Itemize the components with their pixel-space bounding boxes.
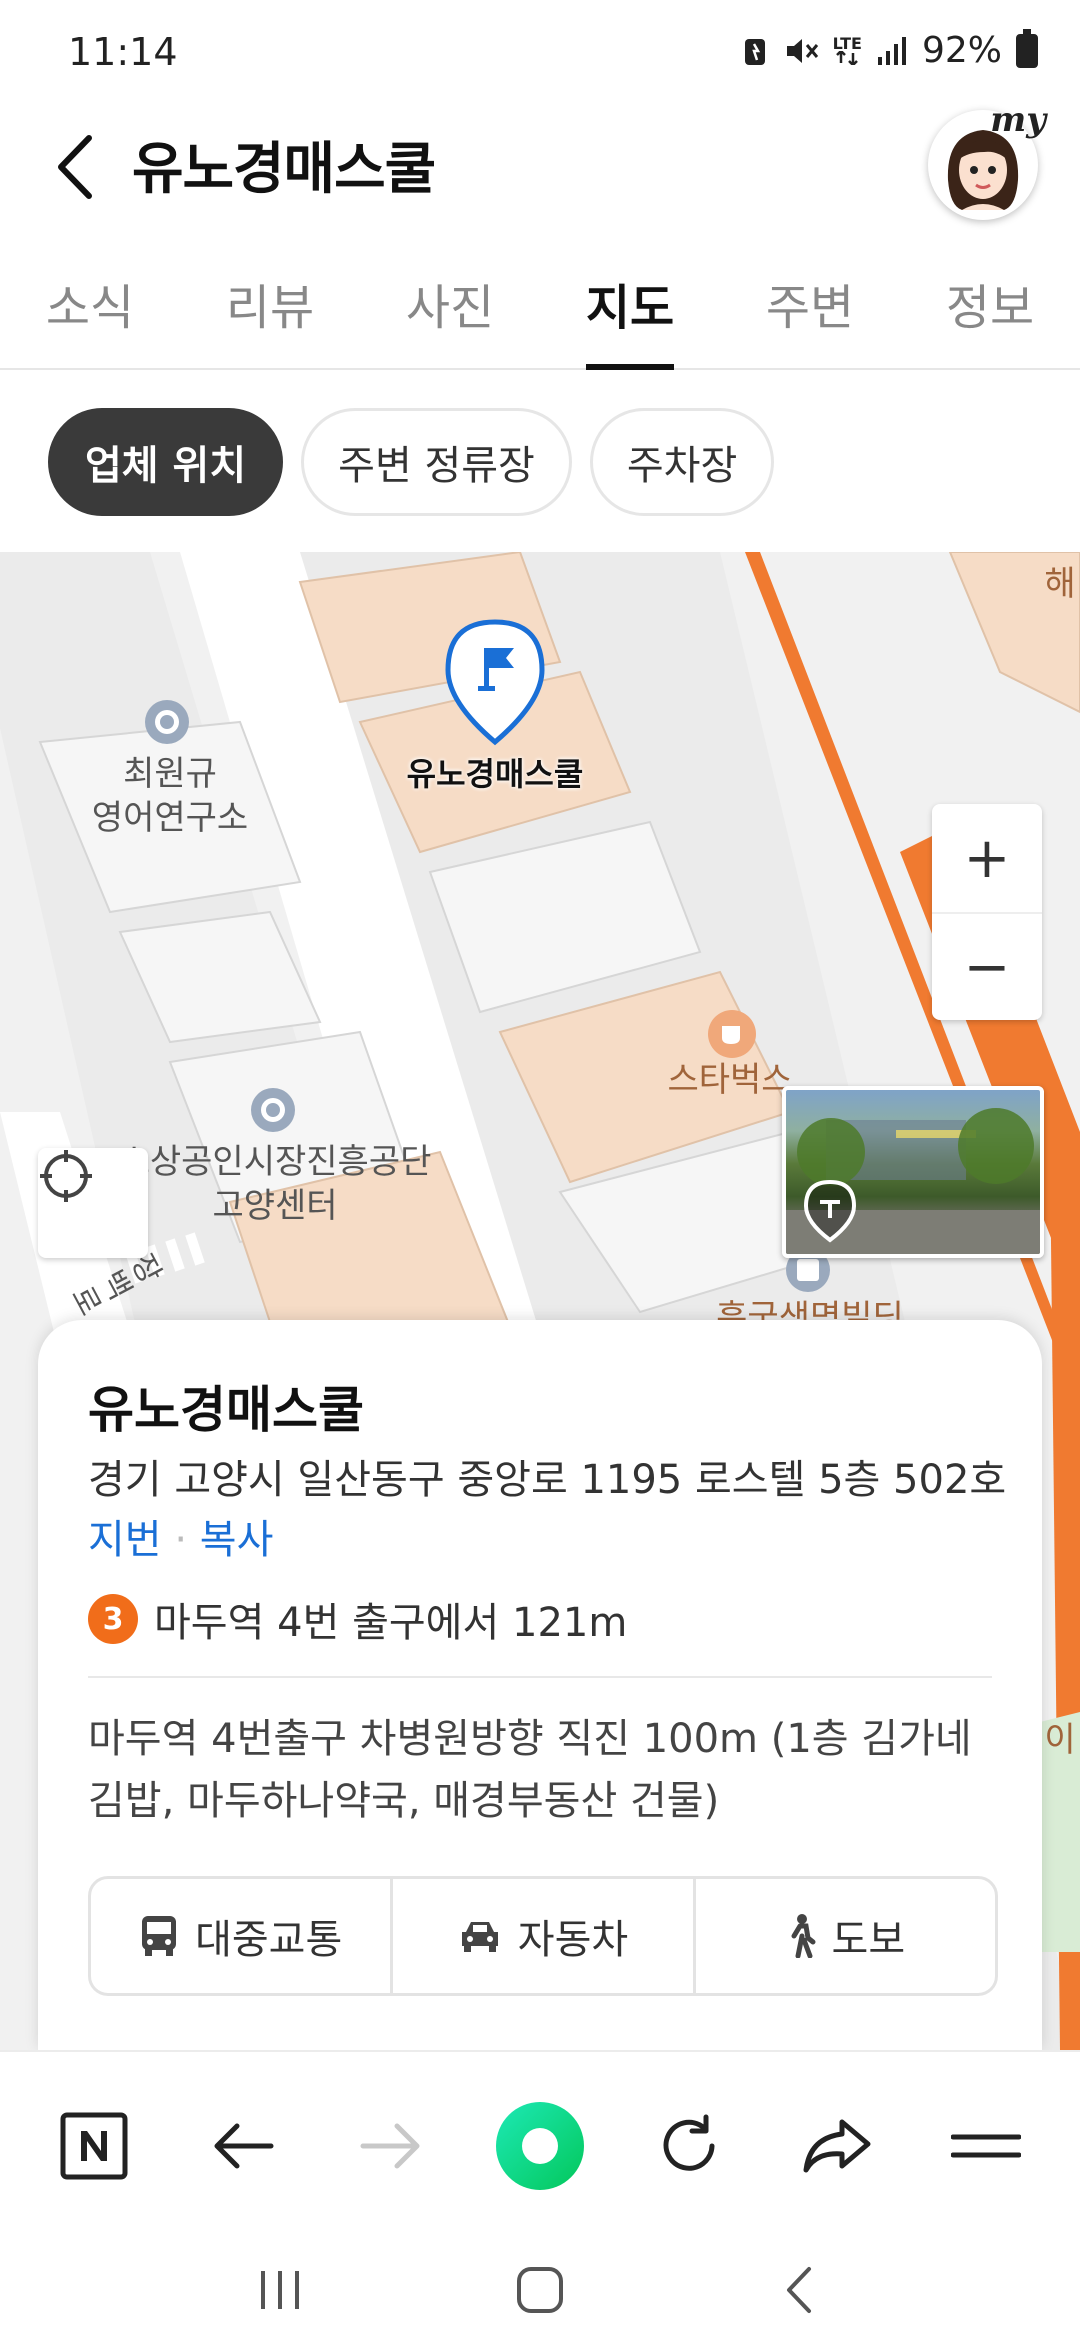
- arrow-right-icon: [360, 2123, 420, 2169]
- page-title: 유노경매스쿨: [132, 137, 436, 202]
- tab-news[interactable]: 소식: [0, 250, 180, 368]
- naver-home-button[interactable]: [34, 2086, 154, 2206]
- refresh-button[interactable]: [629, 2086, 749, 2206]
- route-walk-label: 도보: [831, 1917, 906, 1963]
- route-options: 대중교통 자동차 도보: [88, 1876, 998, 1996]
- arrow-left-icon: [214, 2123, 274, 2169]
- lte-label: LTE: [832, 33, 862, 53]
- green-dot-button[interactable]: [480, 2086, 600, 2206]
- bus-icon: [142, 1916, 177, 1956]
- lot-address-link[interactable]: 지번: [88, 1517, 162, 1563]
- place-address-block: 경기 고양시 일산동구 중앙로 1195 로스텔 5층 502호 지번 · 복사: [88, 1450, 1008, 1570]
- map-filter-chips: 업체 위치 주변 정류장 주차장: [48, 408, 775, 516]
- back-button[interactable]: [40, 122, 110, 212]
- chip-business-location[interactable]: 업체 위치: [48, 408, 284, 516]
- zoom-control: + −: [932, 804, 1042, 1020]
- battery-icon: [1016, 28, 1038, 68]
- chip-nearby-stops[interactable]: 주변 정류장: [301, 408, 572, 516]
- street-view-icon: [786, 1108, 1040, 1254]
- chevron-left-icon: [787, 2267, 811, 2313]
- battery-saver-icon: [743, 35, 769, 67]
- map-poi-english-institute[interactable]: 최원규 영어연구소: [60, 752, 280, 840]
- tab-photos[interactable]: 사진: [360, 250, 540, 368]
- share-arrow-icon: [803, 2119, 871, 2173]
- map-poi-small-business-center[interactable]: 소상공인시장진흥공단 고양센터: [100, 1140, 450, 1228]
- home-button[interactable]: [490, 2250, 590, 2330]
- avatar-button[interactable]: my: [928, 100, 1046, 220]
- app-header: 유노경매스쿨 my: [0, 100, 1080, 240]
- naver-n-icon: [60, 2112, 128, 2180]
- map-marker-label[interactable]: 유노경매스쿨: [395, 752, 595, 796]
- route-walk-button[interactable]: 도보: [692, 1879, 995, 1993]
- home-square-icon: [517, 2267, 563, 2313]
- card-divider: [88, 1676, 992, 1678]
- place-title: 유노경매스쿨: [88, 1381, 364, 1439]
- map-poi-top-right: 해: [1044, 564, 1076, 604]
- chevron-left-icon: [58, 135, 92, 199]
- subway-line-badge: 3: [88, 1594, 138, 1644]
- crosshair-icon: [40, 1150, 92, 1202]
- avatar-badge: my: [990, 100, 1046, 140]
- zoom-in-button[interactable]: +: [932, 804, 1042, 912]
- route-car-label: 자동차: [517, 1917, 629, 1963]
- tab-map[interactable]: 지도: [540, 250, 720, 370]
- recent-apps-icon: [261, 2271, 299, 2309]
- place-info-card: 유노경매스쿨 경기 고양시 일산동구 중앙로 1195 로스텔 5층 502호 …: [38, 1320, 1042, 2050]
- system-back-button[interactable]: [750, 2250, 850, 2330]
- lte-icon: LTE: [832, 33, 862, 65]
- place-directions: 마두역 4번출구 차병원방향 직진 100m (1층 김가네김밥, 마두하나약국…: [88, 1716, 972, 1824]
- route-car-button[interactable]: 자동차: [390, 1879, 692, 1993]
- menu-button[interactable]: [926, 2086, 1046, 2206]
- status-icons: LTE 92%: [743, 28, 1038, 71]
- green-dot-icon: [495, 2102, 584, 2190]
- copy-address-link[interactable]: 복사: [200, 1517, 274, 1563]
- street-view-thumbnail[interactable]: [782, 1086, 1044, 1258]
- my-location-button[interactable]: [38, 1148, 148, 1258]
- recent-apps-button[interactable]: [230, 2250, 330, 2330]
- walk-icon: [791, 1914, 816, 1958]
- subway-distance: 마두역 4번 출구에서 121m: [154, 1600, 628, 1646]
- share-button[interactable]: [777, 2086, 897, 2206]
- tab-nearby[interactable]: 주변: [720, 250, 900, 368]
- status-bar: 11:14 LTE 92%: [0, 0, 1080, 100]
- link-separator: ·: [174, 1517, 188, 1563]
- mute-icon: [783, 35, 819, 67]
- status-time: 11:14: [68, 30, 178, 74]
- hamburger-icon: [950, 2134, 1021, 2158]
- car-icon: [461, 1922, 498, 1952]
- route-transit-button[interactable]: 대중교통: [91, 1879, 390, 1993]
- browser-back-button[interactable]: [183, 2086, 303, 2206]
- tab-info[interactable]: 정보: [900, 250, 1080, 368]
- tab-reviews[interactable]: 리뷰: [180, 250, 360, 368]
- tab-bar: 소식 리뷰 사진 지도 주변 정보: [0, 250, 1080, 370]
- map-poi-heungkuk-building[interactable]: 흥국생명빌딩: [700, 1296, 920, 1322]
- refresh-icon: [663, 2114, 715, 2171]
- browser-forward-button[interactable]: [331, 2086, 451, 2206]
- browser-toolbar: [0, 2050, 1080, 2240]
- route-transit-label: 대중교통: [195, 1917, 343, 1963]
- battery-percent: 92%: [921, 30, 1002, 71]
- chip-parking[interactable]: 주차장: [589, 408, 775, 516]
- subway-info: 3 마두역 4번 출구에서 121m: [88, 1590, 627, 1648]
- zoom-out-button[interactable]: −: [932, 912, 1042, 1020]
- signal-icon: [876, 35, 908, 67]
- system-nav-bar: [0, 2240, 1080, 2340]
- place-address: 경기 고양시 일산동구 중앙로 1195 로스텔 5층 502호: [88, 1457, 1007, 1503]
- map-poi-right-edge: 이: [1044, 1720, 1076, 1760]
